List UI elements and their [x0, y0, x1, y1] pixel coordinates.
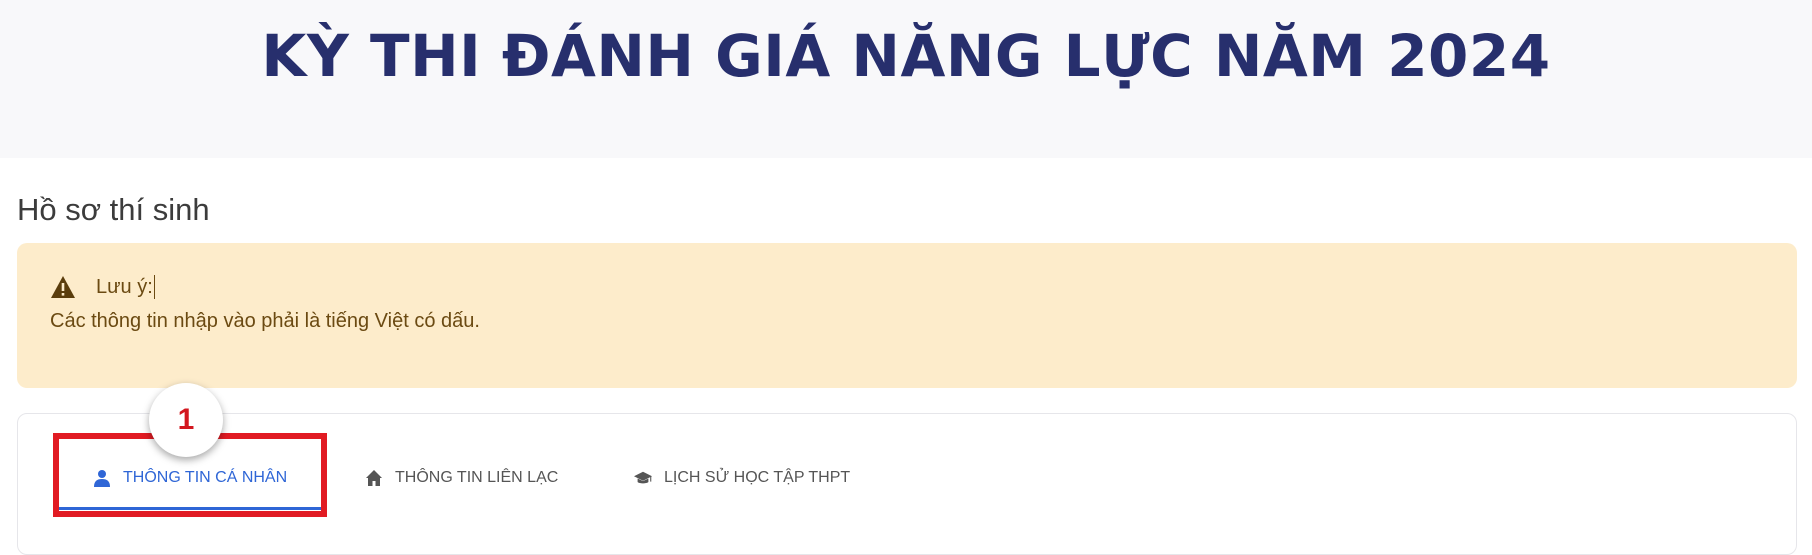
notice-message: Các thông tin nhập vào phải là tiếng Việ…: [50, 310, 480, 332]
page-title: Hồ sơ thí sinh: [17, 192, 210, 227]
step-marker: 1: [149, 383, 223, 457]
notice-header: Lưu ý:: [50, 275, 155, 299]
exam-title: KỲ THI ĐÁNH GIÁ NĂNG LỰC NĂM 2024: [261, 22, 1551, 90]
tab-high-school-history[interactable]: LỊCH SỬ HỌC TẬP THPT: [634, 464, 850, 492]
tab-contact-info[interactable]: THÔNG TIN LIÊN LẠC: [365, 464, 558, 492]
tab-contact-info-label: THÔNG TIN LIÊN LẠC: [395, 469, 559, 486]
page-banner: KỲ THI ĐÁNH GIÁ NĂNG LỰC NĂM 2024: [0, 0, 1812, 158]
notice-alert: Lưu ý: Các thông tin nhập vào phải là ti…: [17, 243, 1797, 388]
text-caret: [153, 275, 155, 299]
tab-high-school-history-label: LỊCH SỬ HỌC TẬP THPT: [664, 469, 851, 486]
graduation-cap-icon: [634, 471, 652, 484]
home-icon: [366, 470, 382, 486]
notice-label: Lưu ý:: [96, 275, 153, 298]
warning-icon: [51, 276, 75, 298]
